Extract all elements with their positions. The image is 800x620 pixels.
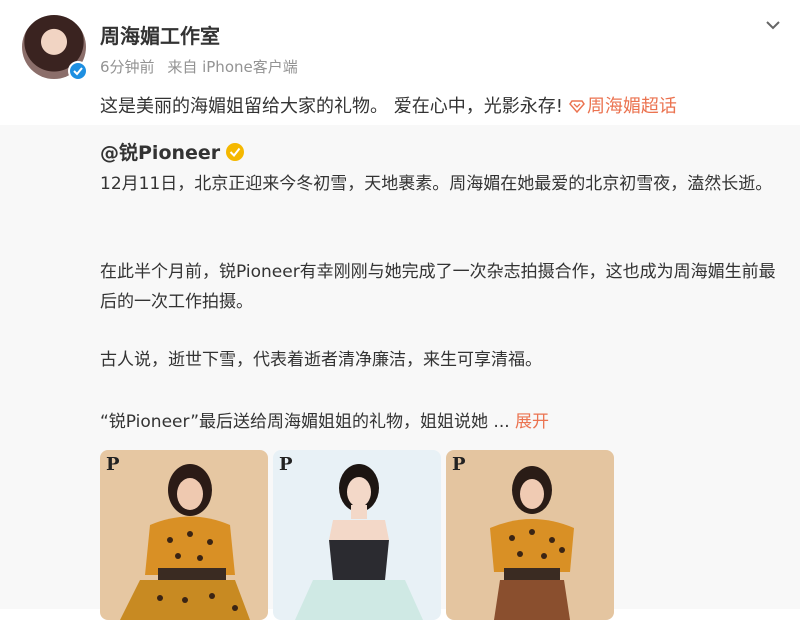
super-topic-label: 周海媚超话 <box>586 96 677 117</box>
repost-excerpt: “锐Pioneer”最后送给周海媚姐姐的礼物，姐姐说她 ... <box>100 412 510 432</box>
post-time[interactable]: 6分钟前 <box>100 58 155 76</box>
verified-icon <box>226 143 245 161</box>
post-meta: 6分钟前 来自 iPhone客户端 <box>100 56 306 77</box>
pioneer-logo: P <box>452 454 466 475</box>
repost-paragraph: 古人说，逝世下雪，代表着逝者清净廉洁，来生可享清福。 <box>100 350 542 370</box>
chevron-down-icon[interactable] <box>762 14 784 36</box>
photo-figure <box>490 466 574 620</box>
repost-paragraph-last: “锐Pioneer”最后送给周海媚姐姐的礼物，姐姐说她 ... 展开 <box>100 407 780 437</box>
super-topic-icon <box>568 100 585 114</box>
super-topic-link[interactable]: 周海媚超话 <box>563 96 677 117</box>
photo-thumbnail[interactable]: P <box>446 450 614 620</box>
photo-figure <box>295 464 423 620</box>
pioneer-logo: P <box>279 454 293 475</box>
verified-icon <box>68 61 88 81</box>
repost-card: @锐Pioneer 12月11日，北京正迎来今冬初雪，天地裹素。周海媚在她最爱的… <box>0 125 800 620</box>
post-source: 来自 iPhone客户端 <box>167 58 298 76</box>
repost-author-name[interactable]: @锐Pioneer <box>100 142 220 164</box>
post-header: 周海媚工作室 6分钟前 来自 iPhone客户端 这是美丽的海媚姐留给大家的礼物… <box>0 0 800 125</box>
repost-paragraph: 12月11日，北京正迎来今冬初雪，天地裹素。周海媚在她最爱的北京初雪夜，溘然长逝… <box>100 174 773 194</box>
repost-author[interactable]: @锐Pioneer <box>100 138 245 165</box>
post-body: 这是美丽的海媚姐留给大家的礼物。 爱在心中，光影永存! <box>100 96 563 117</box>
pioneer-logo: P <box>106 454 120 475</box>
author-name[interactable]: 周海媚工作室 <box>100 20 220 49</box>
repost-paragraph: 在此半个月前，锐Pioneer有幸刚刚与她完成了一次杂志拍摄合作，这也成为周海媚… <box>100 262 776 312</box>
avatar[interactable] <box>22 15 88 81</box>
photo-figure <box>120 464 250 620</box>
photo-thumbnail[interactable]: P <box>100 450 268 620</box>
photo-thumbnail[interactable]: P <box>273 450 441 620</box>
expand-link[interactable]: 展开 <box>515 412 549 432</box>
post-text: 这是美丽的海媚姐留给大家的礼物。 爱在心中，光影永存! 周海媚超话 <box>100 92 677 118</box>
